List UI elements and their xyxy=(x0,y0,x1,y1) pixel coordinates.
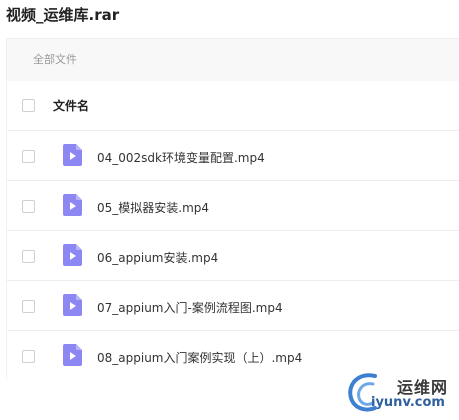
table-header-row: 文件名 xyxy=(7,81,459,131)
file-name[interactable]: 06_appium安装.mp4 xyxy=(97,249,218,266)
table-row[interactable]: 06_appium安装.mp4 xyxy=(7,231,459,281)
file-name[interactable]: 08_appium入门案例实现（上）.mp4 xyxy=(97,349,302,366)
video-file-icon xyxy=(63,294,82,316)
video-file-icon xyxy=(63,344,82,366)
file-list-panel: 全部文件 文件名 04_002sdk环境变量配置.mp4 05_模拟器安装.mp… xyxy=(6,38,459,379)
file-name[interactable]: 05_模拟器安装.mp4 xyxy=(97,199,209,216)
breadcrumb-all-files[interactable]: 全部文件 xyxy=(33,52,77,68)
file-name[interactable]: 04_002sdk环境变量配置.mp4 xyxy=(97,149,265,166)
video-file-icon xyxy=(63,144,82,166)
watermark-logo: 运维网 iyunv.com xyxy=(345,368,457,418)
file-name[interactable]: 07_appium入门-案例流程图.mp4 xyxy=(97,299,283,316)
table-row[interactable]: 05_模拟器安装.mp4 xyxy=(7,181,459,231)
row-checkbox[interactable] xyxy=(22,250,35,263)
video-file-icon xyxy=(63,194,82,216)
row-checkbox[interactable] xyxy=(22,150,35,163)
table-row[interactable]: 07_appium入门-案例流程图.mp4 xyxy=(7,281,459,331)
row-checkbox[interactable] xyxy=(22,200,35,213)
watermark-text-bottom: iyunv.com xyxy=(371,395,445,410)
video-file-icon xyxy=(63,244,82,266)
page-title: 视频_运维库.rar xyxy=(6,6,120,24)
table-row[interactable]: 04_002sdk环境变量配置.mp4 xyxy=(7,131,459,181)
row-checkbox[interactable] xyxy=(22,350,35,363)
row-checkbox[interactable] xyxy=(22,300,35,313)
breadcrumb-bar: 全部文件 xyxy=(7,39,459,81)
column-header-filename[interactable]: 文件名 xyxy=(53,97,89,114)
select-all-checkbox[interactable] xyxy=(22,99,35,112)
